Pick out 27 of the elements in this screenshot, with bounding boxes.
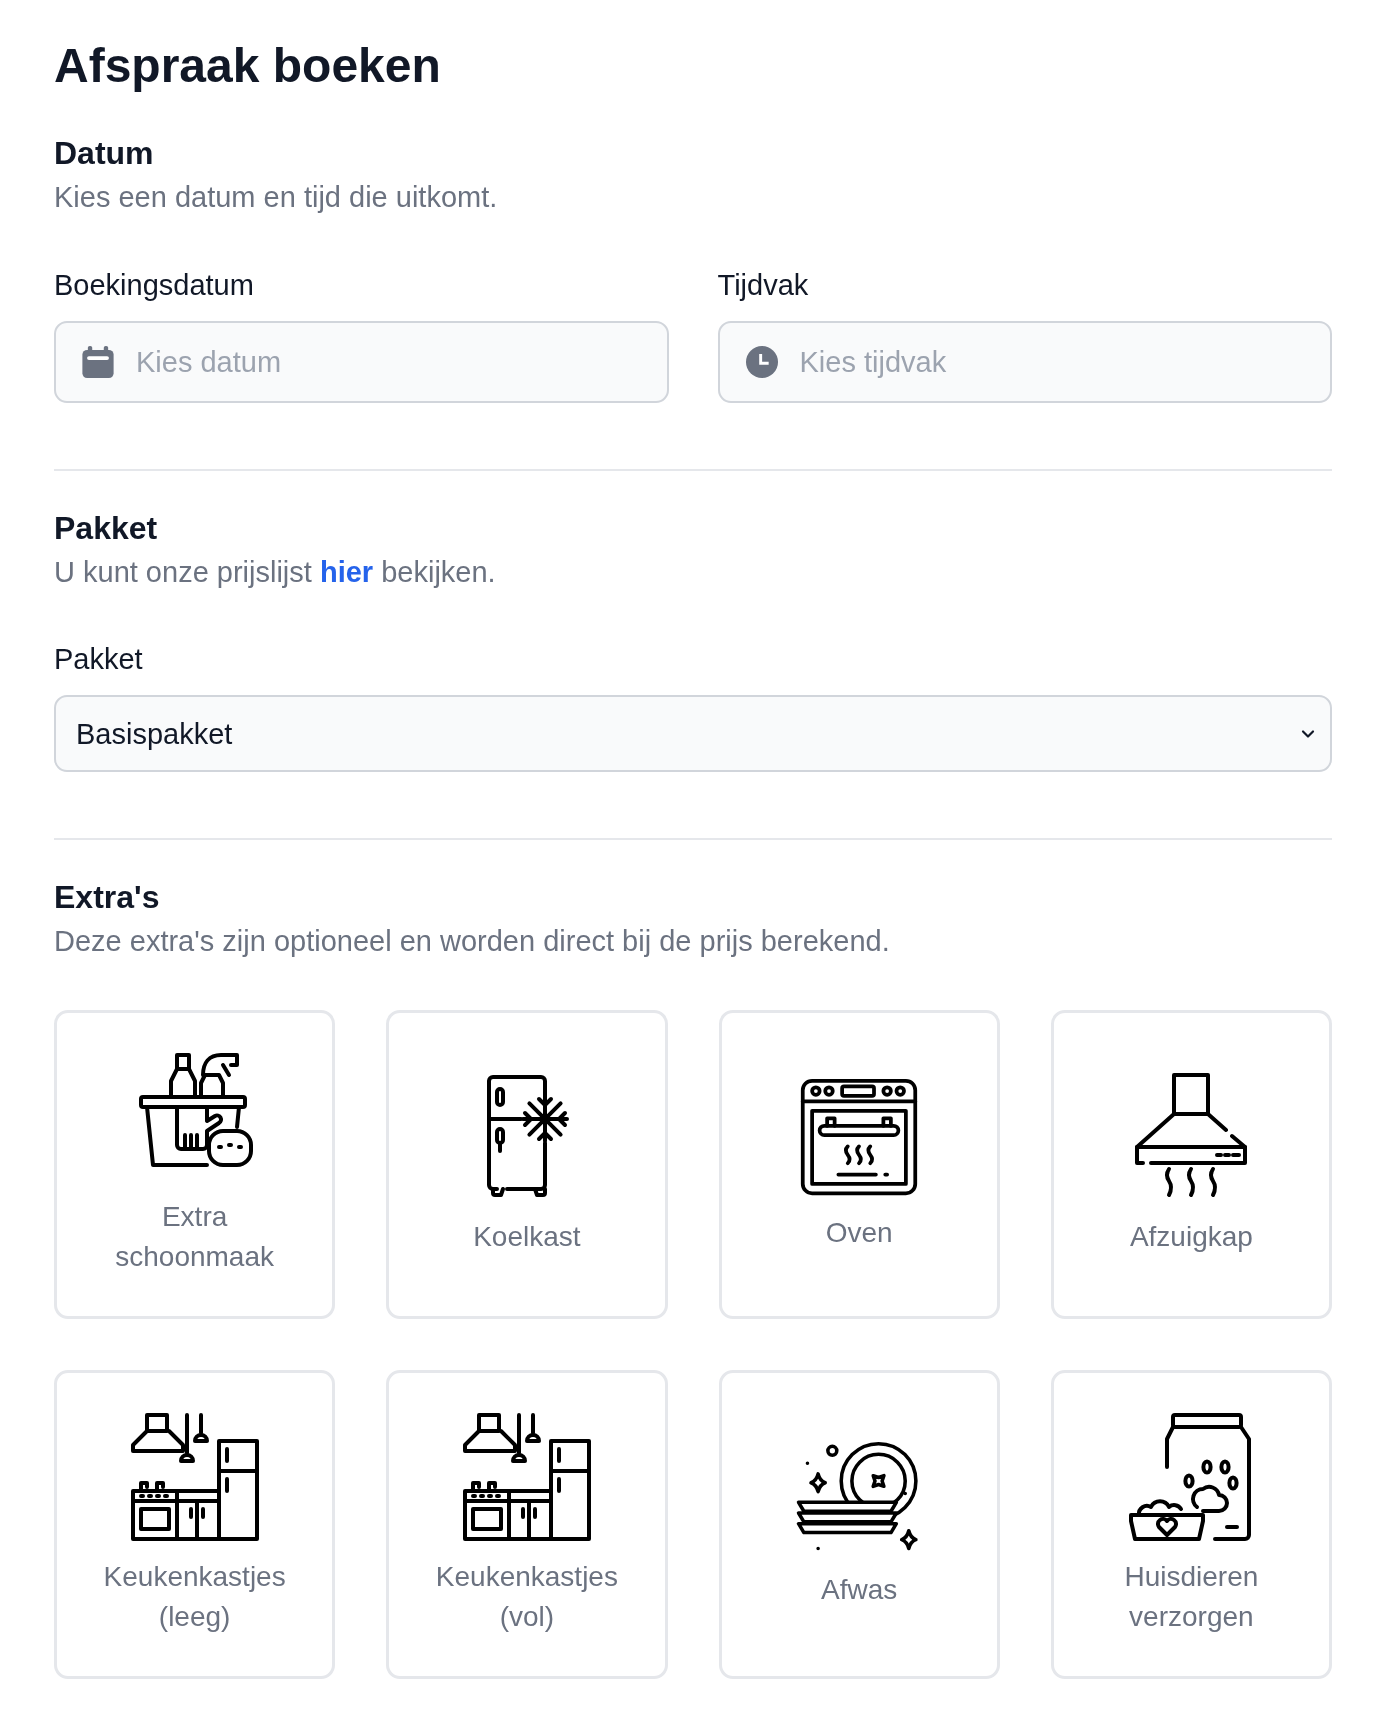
- price-list-link[interactable]: hier: [319, 556, 374, 588]
- section-description: Deze extra's zijn optioneel en worden direct bij de prijs berekend.: [54, 924, 890, 959]
- extra-option-tile[interactable]: Keukenkastjes (vol): [386, 1370, 668, 1679]
- extra-option-tile[interactable]: Afzuigkap: [1050, 1010, 1332, 1319]
- kitchen-icon: [462, 1412, 591, 1541]
- calendar-icon: [82, 346, 114, 378]
- section-heading: Datum: [54, 134, 154, 173]
- extra-option-tile[interactable]: Keukenkastjes (leeg): [54, 1370, 336, 1679]
- time-slot-field[interactable]: Kies tijdvak: [717, 321, 1332, 403]
- clock-icon: [745, 346, 778, 378]
- section-heading: Pakket: [54, 509, 158, 548]
- section-description: Kies een datum en tijd die uitkomt.: [54, 180, 498, 215]
- oven-icon: [799, 1076, 920, 1197]
- field-label: Pakket: [54, 642, 143, 677]
- extra-option-tile[interactable]: Afwas: [718, 1370, 1000, 1679]
- field-label: Tijdvak: [717, 268, 809, 303]
- extra-option-tile[interactable]: Oven: [718, 1010, 1000, 1319]
- extra-option-tile[interactable]: Huisdieren verzorgen: [1050, 1370, 1332, 1679]
- page-title: Afspraak boeken: [54, 38, 441, 94]
- package-select[interactable]: Basispakket: [54, 695, 1332, 772]
- extra-option-tile[interactable]: Extra schoonmaak: [54, 1010, 336, 1319]
- extra-option-tile[interactable]: Koelkast: [386, 1010, 668, 1319]
- kitchen-icon: [130, 1412, 259, 1541]
- section-heading: Extra's: [54, 878, 160, 917]
- section-description: U kunt onze prijslijst hier bekijken.: [54, 555, 496, 590]
- date-field[interactable]: Kies datum: [54, 321, 669, 403]
- field-label: Boekingsdatum: [54, 268, 254, 303]
